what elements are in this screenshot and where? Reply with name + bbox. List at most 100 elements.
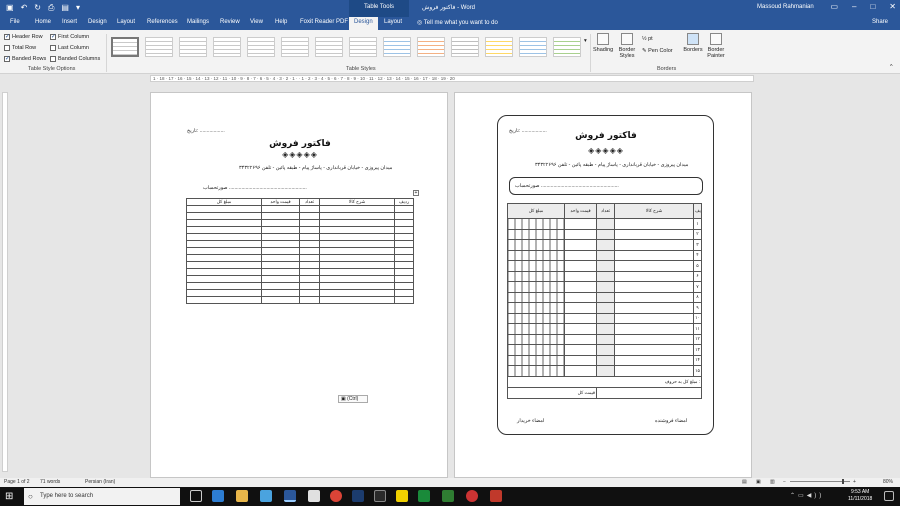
table-cell[interactable] (319, 275, 395, 283)
table-cell[interactable] (186, 296, 262, 304)
opera-icon[interactable] (466, 490, 478, 502)
table-cell[interactable] (186, 205, 262, 213)
table-cell[interactable] (507, 239, 565, 251)
table-cell[interactable] (614, 354, 694, 366)
table-cell[interactable] (261, 205, 300, 213)
table-cell[interactable] (564, 365, 597, 377)
table-cell[interactable] (614, 344, 694, 356)
table-cell[interactable] (596, 302, 615, 314)
tab-file[interactable]: File (10, 19, 20, 25)
table-row[interactable] (186, 205, 414, 213)
table-row[interactable]: ۲ (507, 228, 702, 240)
table-cell[interactable] (299, 261, 320, 269)
table-cell[interactable] (319, 268, 395, 276)
table-style-swatch[interactable] (519, 37, 547, 57)
word-count[interactable]: 71 words (40, 479, 60, 485)
tab-design[interactable]: Design (88, 19, 107, 25)
table-cell[interactable] (394, 282, 414, 290)
print-icon[interactable]: ⎙ (48, 3, 54, 13)
tab-insert[interactable]: Insert (62, 19, 77, 25)
table-cell[interactable] (319, 261, 395, 269)
app-icon[interactable] (374, 490, 386, 502)
camtasia-icon[interactable] (418, 490, 430, 502)
header-row-checkbox[interactable]: ✓ Header Row (4, 34, 43, 40)
table-cell[interactable] (299, 233, 320, 241)
photoshop-icon[interactable] (352, 490, 364, 502)
table-cell[interactable] (614, 323, 694, 335)
table-cell[interactable] (319, 247, 395, 255)
table-style-swatch[interactable] (553, 37, 581, 57)
zoom-slider[interactable] (790, 481, 850, 482)
row-number-cell[interactable]: ۳ (693, 239, 702, 251)
open-icon[interactable]: ▤ (61, 3, 69, 13)
taskbar-clock[interactable]: 9:53 AM 11/11/2018 (848, 489, 872, 503)
row-number-cell[interactable]: ۱۲ (693, 333, 702, 345)
table-style-swatch[interactable] (349, 37, 377, 57)
table-cell[interactable] (186, 282, 262, 290)
table-cell[interactable] (299, 275, 320, 283)
zoom-out-icon[interactable]: − (783, 479, 786, 485)
table-row[interactable]: ۷ (507, 281, 702, 293)
table-cell[interactable] (394, 261, 414, 269)
table-cell[interactable] (319, 226, 395, 234)
table-cell[interactable] (507, 218, 565, 230)
table-cell[interactable] (319, 254, 395, 262)
zoom-level[interactable]: 80% (883, 479, 893, 485)
row-number-cell[interactable]: ۱۵ (693, 365, 702, 377)
table-cell[interactable] (261, 226, 300, 234)
styles-more-button[interactable]: ▾ (584, 38, 587, 44)
table-cell[interactable] (564, 323, 597, 335)
table-cell[interactable] (596, 249, 615, 261)
table-style-swatch[interactable] (145, 37, 173, 57)
user-name[interactable]: Massoud Rahmanian (757, 4, 814, 10)
table-style-swatch[interactable] (417, 37, 445, 57)
table-cell[interactable] (614, 302, 694, 314)
notifications-icon[interactable] (884, 491, 894, 501)
edge-icon[interactable] (212, 490, 224, 502)
table-style-swatch[interactable] (315, 37, 343, 57)
table-cell[interactable] (319, 240, 395, 248)
table-cell[interactable] (299, 240, 320, 248)
table-cell[interactable] (596, 365, 615, 377)
table-cell[interactable] (394, 254, 414, 262)
table-cell[interactable] (596, 333, 615, 345)
banded-columns-checkbox[interactable]: Banded Columns (50, 56, 100, 62)
pen-color-button[interactable]: ✎ Pen Color (642, 48, 680, 54)
table-cell[interactable] (186, 247, 262, 255)
tab-foxit[interactable]: Foxit Reader PDF (300, 19, 348, 25)
page-count[interactable]: Page 1 of 2 (4, 479, 30, 485)
table-add-icon[interactable]: + (413, 190, 419, 196)
table-cell[interactable] (299, 268, 320, 276)
table-cell[interactable] (614, 333, 694, 345)
table-row[interactable]: ۱۵ (507, 365, 702, 377)
table-row[interactable]: ۶ (507, 270, 702, 282)
table-cell[interactable] (614, 291, 694, 303)
document-page-1[interactable]: تاریخ: .................. فاکتور فروش ◈◈… (150, 92, 448, 478)
table-cell[interactable] (614, 312, 694, 324)
table-cell[interactable] (299, 289, 320, 297)
table-cell[interactable] (261, 219, 300, 227)
table-cell[interactable] (319, 289, 395, 297)
row-number-cell[interactable]: ۶ (693, 270, 702, 282)
table-cell[interactable] (319, 233, 395, 241)
table-row[interactable]: ۸ (507, 291, 702, 303)
table-cell[interactable] (261, 268, 300, 276)
table-cell[interactable] (507, 365, 565, 377)
banded-rows-checkbox[interactable]: ✓ Banded Rows (4, 56, 46, 62)
table-cell[interactable] (596, 344, 615, 356)
excel-icon[interactable] (442, 490, 454, 502)
close-icon[interactable]: ✕ (889, 2, 896, 11)
table-cell[interactable] (507, 260, 565, 272)
share-button[interactable]: Share (872, 19, 888, 25)
table-cell[interactable] (564, 312, 597, 324)
table-cell[interactable] (186, 275, 262, 283)
table-cell[interactable] (507, 323, 565, 335)
table-cell[interactable] (564, 260, 597, 272)
table-cell[interactable] (261, 289, 300, 297)
table-row[interactable]: ۱ (507, 218, 702, 230)
table-cell[interactable] (596, 270, 615, 282)
table-row[interactable]: ۱۲ (507, 333, 702, 345)
table-cell[interactable] (596, 260, 615, 272)
table-cell[interactable] (319, 212, 395, 220)
row-number-cell[interactable]: ۹ (693, 302, 702, 314)
